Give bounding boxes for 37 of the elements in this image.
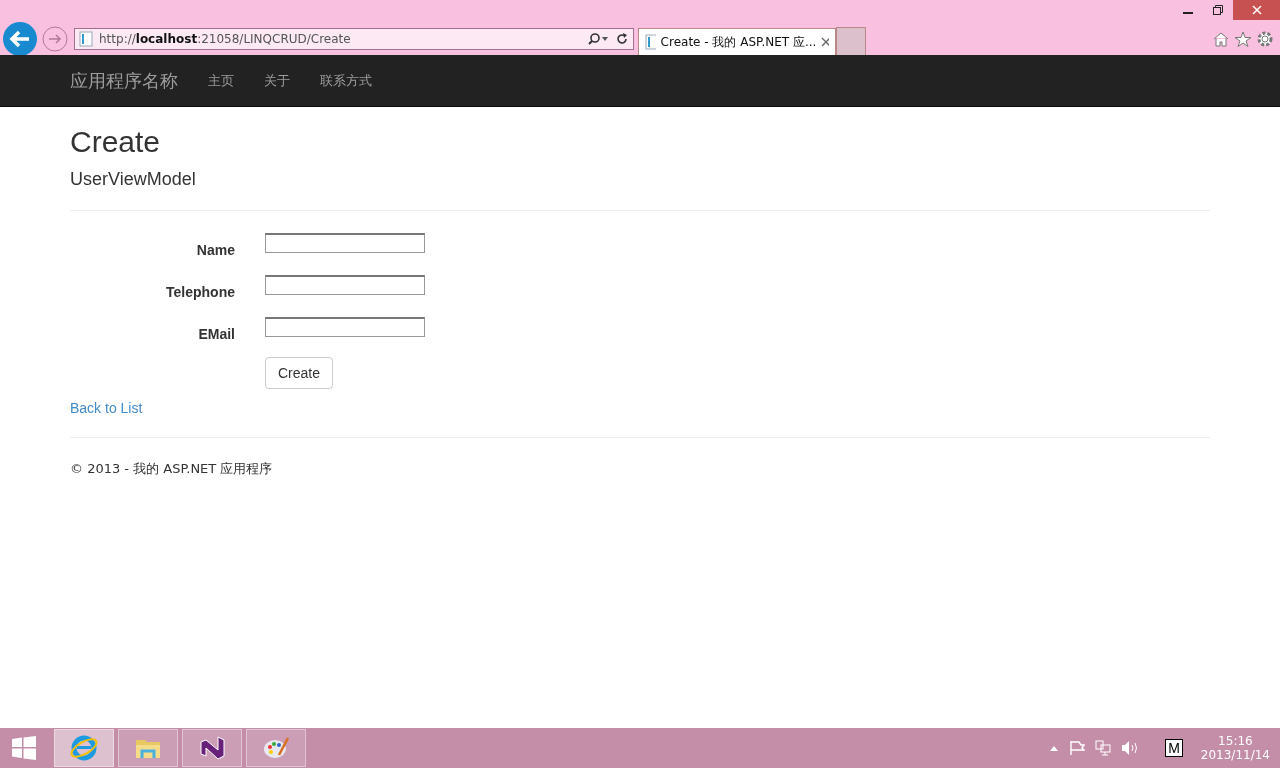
refresh-icon[interactable] [615, 31, 629, 46]
flag-icon[interactable] [1069, 740, 1086, 756]
field-label: EMail [197, 325, 235, 342]
minimize-icon [1183, 12, 1193, 14]
browser-tab[interactable]: Create - 我的 ASP.NET 应... [638, 28, 836, 55]
input-field[interactable] [265, 275, 425, 295]
back-button[interactable] [2, 20, 38, 57]
page-subtitle: UserViewModel [70, 169, 197, 190]
browser-app-icon[interactable] [54, 729, 114, 767]
address-bar[interactable]: http://localhost:21058/LINQCRUD/Create [74, 27, 634, 50]
back-link[interactable]: Back to List [70, 400, 143, 416]
page-title: Create [70, 125, 162, 159]
brand-link[interactable]: 应用程序名称 [70, 68, 178, 93]
input-method-indicator[interactable]: M [1165, 739, 1183, 757]
settings-icon[interactable] [1256, 29, 1274, 48]
close-icon [1250, 4, 1263, 16]
footer-text: © 2013 - 我的 ASP.NET 应用程序 [70, 460, 274, 478]
close-icon[interactable] [821, 37, 829, 47]
home-icon[interactable] [1212, 30, 1230, 47]
nav-link[interactable]: 关于 [264, 71, 290, 90]
nav-link[interactable]: 联系方式 [320, 71, 372, 90]
page-icon [79, 30, 93, 47]
star-icon[interactable] [1234, 30, 1252, 47]
nav-link[interactable]: 主页 [208, 71, 234, 90]
create-button[interactable]: Create [265, 357, 334, 389]
search-icon[interactable] [587, 31, 609, 46]
field-label: Name [195, 241, 235, 258]
forward-button[interactable] [42, 25, 68, 52]
caret-icon[interactable] [1049, 745, 1060, 751]
field-label: Telephone [165, 283, 235, 300]
input-field[interactable] [265, 233, 425, 253]
infinity-app-icon[interactable] [182, 729, 242, 767]
page-icon [645, 34, 656, 50]
start-button[interactable] [10, 734, 38, 762]
input-field[interactable] [265, 317, 425, 337]
speaker-icon[interactable] [1121, 740, 1140, 756]
restore-icon [1212, 4, 1224, 16]
